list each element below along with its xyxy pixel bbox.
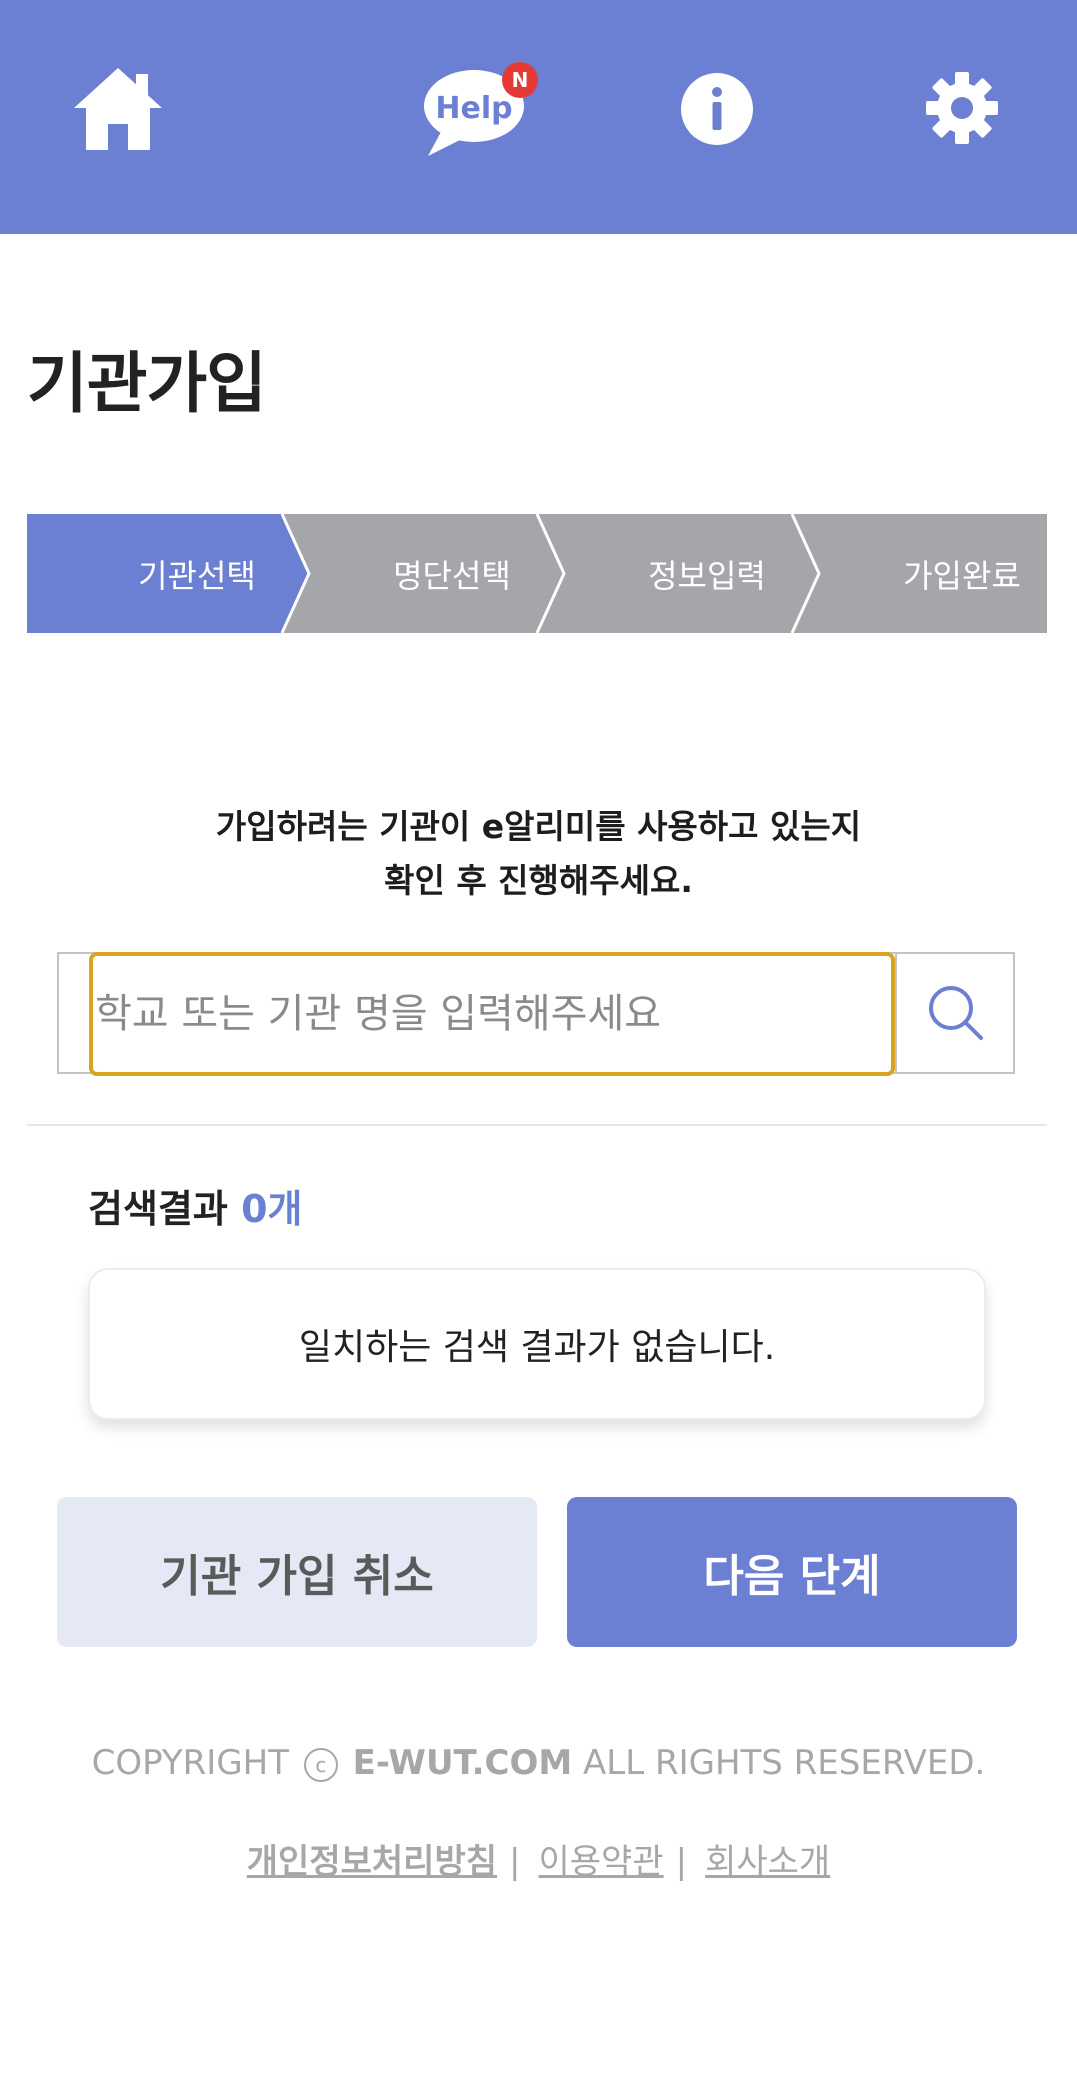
instruction-text: 가입하려는 기관이 e알리미를 사용하고 있는지 확인 후 진행해주세요. [0, 800, 1077, 908]
terms-link[interactable]: 이용약관 [539, 1842, 664, 1882]
link-separator: | [509, 1842, 521, 1882]
step-select-roster: 명단선택 [393, 556, 511, 595]
copyright: COPYRIGHT c E-WUT.COM ALL RIGHTS RESERVE… [0, 1743, 1077, 1783]
help-text: Help [435, 91, 512, 126]
search-result-label: 검색결과 [88, 1187, 228, 1231]
divider [27, 1124, 1047, 1126]
search-result-count: 0개 [241, 1187, 303, 1231]
home-button[interactable] [70, 64, 166, 156]
instruction-line-2: 확인 후 진행해주세요. [384, 861, 693, 900]
top-bar: Help N [0, 0, 1077, 234]
next-step-button[interactable]: 다음 단계 [567, 1497, 1017, 1647]
privacy-policy-link[interactable]: 개인정보처리방침 [247, 1842, 497, 1882]
search-result-header: 검색결과 0개 [88, 1178, 302, 1233]
copyright-symbol: c [303, 1747, 338, 1782]
info-button[interactable] [680, 72, 754, 146]
instruction-line-1: 가입하려는 기관이 e알리미를 사용하고 있는지 [215, 807, 862, 846]
gear-icon [926, 72, 998, 144]
step-progress: 기관선택 명단선택 정보입력 가입완료 [27, 514, 1047, 633]
info-icon [681, 73, 753, 145]
settings-button[interactable] [924, 70, 1000, 146]
copyright-domain: E-WUT.COM [352, 1743, 573, 1783]
new-badge: N [502, 62, 538, 98]
company-info-link[interactable]: 회사소개 [705, 1842, 830, 1882]
link-separator: | [675, 1842, 688, 1882]
step-select-institution: 기관선택 [138, 556, 256, 595]
search-icon [929, 986, 983, 1040]
institution-search-input[interactable] [89, 952, 895, 1076]
cancel-signup-button[interactable]: 기관 가입 취소 [57, 1497, 537, 1647]
search-result-box: 일치하는 검색 결과가 없습니다. [88, 1268, 986, 1420]
search-button[interactable] [895, 954, 1015, 1072]
copyright-prefix: COPYRIGHT [91, 1743, 289, 1783]
step-complete: 가입완료 [903, 556, 1021, 595]
help-button[interactable]: Help N [420, 60, 540, 160]
home-icon [74, 68, 162, 150]
footer-links: 개인정보처리방침 | 이용약관 | 회사소개 [0, 1834, 1077, 1883]
search-bar [57, 952, 1015, 1076]
empty-result-message: 일치하는 검색 결과가 없습니다. [298, 1327, 776, 1368]
step-enter-info: 정보입력 [648, 556, 766, 595]
page-title: 기관가입 [27, 345, 267, 422]
copyright-rights: ALL RIGHTS RESERVED. [583, 1743, 986, 1783]
